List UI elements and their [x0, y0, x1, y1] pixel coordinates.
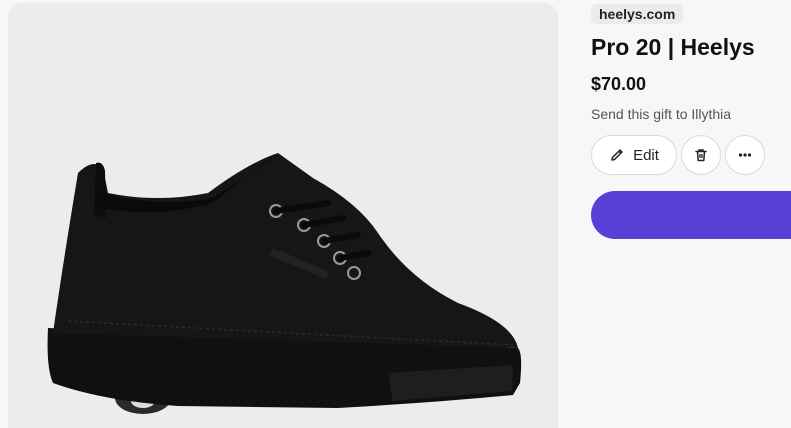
delete-button[interactable]: [681, 135, 721, 175]
ellipsis-icon: [737, 147, 753, 163]
product-page: heelys.com Pro 20 | Heelys $70.00 Send t…: [0, 0, 791, 428]
edit-button-label: Edit: [633, 146, 659, 164]
trash-icon: [693, 147, 709, 163]
product-price: $70.00: [591, 74, 647, 94]
edit-button[interactable]: Edit: [591, 135, 677, 175]
pencil-icon: [609, 147, 625, 163]
gift-recipient-text: Send this gift to Illythia: [591, 106, 732, 122]
source-domain-chip[interactable]: heelys.com: [591, 4, 684, 24]
product-title: Pro 20 | Heelys: [591, 34, 755, 60]
more-options-button[interactable]: [725, 135, 765, 175]
primary-action-button[interactable]: [591, 191, 791, 239]
product-image-shoe[interactable]: [8, 3, 558, 428]
product-image-card: [8, 3, 558, 428]
